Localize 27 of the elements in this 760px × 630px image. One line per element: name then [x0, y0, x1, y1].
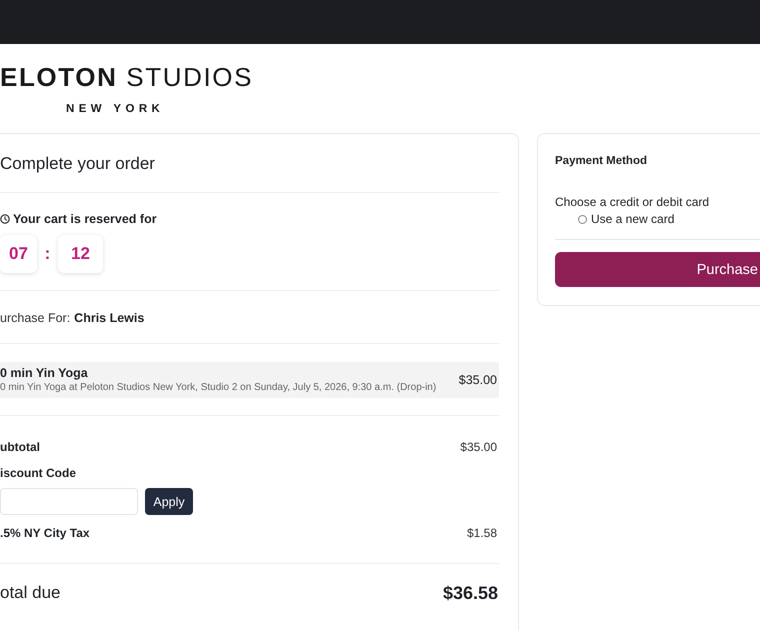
- clock-icon: [0, 214, 10, 224]
- customer-name: Chris Lewis: [74, 310, 144, 326]
- order-title: Complete your order: [0, 154, 156, 174]
- item-title: 0 min Yin Yoga: [0, 365, 89, 381]
- subtotal-value: $35.00: [460, 439, 497, 455]
- timer-seconds: 12: [58, 235, 103, 273]
- tax-label: .5% NY City Tax: [0, 525, 90, 541]
- timer-separator: :: [44, 244, 52, 264]
- payment-prompt: Choose a credit or debit card: [555, 194, 710, 210]
- reservation-label: Your cart is reserved for: [13, 211, 157, 227]
- payment-title: Payment Method: [555, 154, 648, 169]
- tax-value: $1.58: [466, 525, 497, 541]
- discount-code-label: iscount Code: [0, 465, 76, 481]
- subtotal-label: ubtotal: [0, 439, 40, 455]
- discount-code-field[interactable]: [0, 488, 138, 515]
- purchase-for-label: urchase For:: [0, 310, 70, 326]
- purchase-button[interactable]: Purchase: [555, 252, 760, 287]
- item-description: 0 min Yin Yoga at Peloton Studios New York, Studio 2 on Sunday, July 5, 2026, 9:30 a.m. (Drop-in): [0, 381, 436, 395]
- radio-button[interactable]: [578, 214, 587, 224]
- total-label: otal due: [0, 582, 60, 604]
- radio-label[interactable]: Use a new card: [591, 211, 674, 227]
- logo-wordmark: ELOTON STUDIOS: [0, 63, 254, 91]
- apply-button[interactable]: Apply: [145, 488, 193, 515]
- timer-minutes: 07: [0, 235, 37, 273]
- logo-location: NEW YORK: [66, 102, 164, 116]
- total-value: $36.58: [442, 582, 498, 604]
- item-price: $35.00: [458, 373, 497, 387]
